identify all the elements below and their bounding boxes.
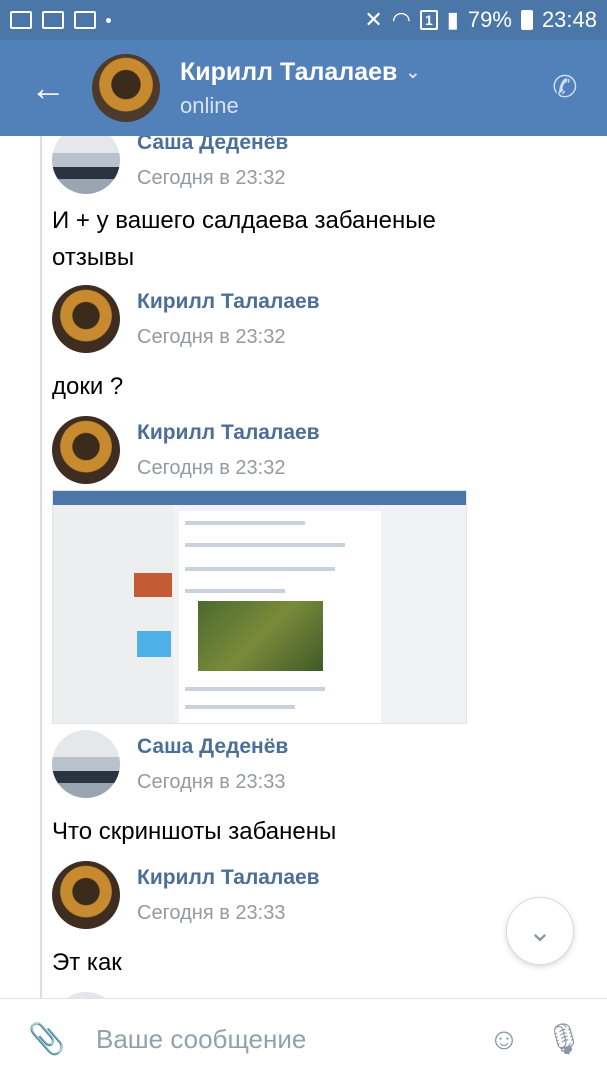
screenshot-topbar (53, 491, 466, 505)
contact-info[interactable]: Кирилл Талалаев ⌄ online (180, 58, 420, 119)
message-list[interactable]: Саша Деденёв Сегодня в 23:32 И + у вашег… (0, 136, 607, 998)
avatar[interactable] (52, 416, 120, 484)
message-text: Что скриншоты забанены (52, 818, 337, 845)
attach-button[interactable]: 📎 (22, 1015, 72, 1065)
message-time: Сегодня в 23:33 (137, 901, 286, 924)
message-header: Саша Деденёв Сегодня в 23:33 (52, 730, 288, 798)
battery-percent: 79% (467, 7, 512, 32)
mail-icon (42, 11, 64, 29)
clock: 23:48 (541, 7, 597, 32)
contact-name: Кирилл Талалаев (180, 57, 398, 86)
gallery-icon (10, 11, 32, 29)
contact-name-row[interactable]: Кирилл Талалаев ⌄ (180, 58, 420, 87)
chat-header: ← Кирилл Талалаев ⌄ online ✆ (0, 40, 607, 136)
phone-icon: ✆ (552, 71, 578, 104)
email-icon (74, 11, 96, 29)
author-name[interactable]: Кирилл Талалаев (137, 290, 320, 314)
author-name[interactable]: Кирилл Талалаев (137, 866, 320, 890)
mute-icon: ✕ (364, 7, 383, 32)
notification-icons (10, 11, 111, 29)
scroll-down-button[interactable]: ⌄ (506, 897, 574, 965)
sim-indicator: 1 (419, 10, 438, 30)
emoji-button[interactable]: ☺ (479, 1015, 529, 1065)
microphone-icon: 🎙 (544, 1023, 584, 1056)
message-time: Сегодня в 23:33 (137, 770, 286, 793)
screenshot-row (185, 687, 325, 691)
screenshot-row (185, 521, 305, 525)
screenshot-sidebar (53, 505, 173, 723)
chevron-down-icon: ⌄ (405, 61, 421, 82)
smile-icon: ☺ (488, 1022, 520, 1056)
forwarded-messages-line (40, 136, 42, 998)
wifi-icon: ◠ (391, 7, 411, 32)
contact-avatar[interactable] (92, 54, 160, 122)
system-status: ✕ ◠ 1 ▮ 79% 23:48 (364, 7, 597, 33)
avatar[interactable] (52, 285, 120, 353)
attached-screenshot[interactable] (52, 490, 467, 724)
avatar[interactable] (52, 136, 120, 194)
screenshot-game-image (198, 601, 323, 671)
author-name[interactable]: Саша Деденёв (137, 136, 288, 155)
message-text: доки ? (52, 373, 124, 400)
message-header: Кирилл Талалаев Сегодня в 23:33 (52, 861, 320, 929)
message-header: Кирилл Талалаев Сегодня в 23:32 (52, 285, 320, 353)
message-input[interactable] (96, 1014, 479, 1065)
avatar[interactable] (52, 861, 120, 929)
message-time: Сегодня в 23:32 (137, 456, 286, 479)
chevron-down-icon: ⌄ (528, 915, 552, 947)
message-time: Сегодня в 23:32 (137, 166, 286, 189)
screenshot-thumbnail (137, 631, 171, 657)
call-button[interactable]: ✆ (547, 70, 583, 106)
message-composer: 📎 ☺ 🎙 (0, 998, 607, 1080)
signal-icon: ▮ (446, 7, 459, 32)
screenshot-row (185, 567, 335, 571)
message-time: Сегодня в 23:32 (137, 325, 286, 348)
avatar[interactable] (52, 730, 120, 798)
arrow-left-icon: ← (30, 67, 66, 108)
screenshot-thumbnail (134, 573, 172, 597)
author-name[interactable]: Саша Деденёв (137, 735, 288, 759)
back-button[interactable]: ← (18, 58, 78, 118)
message-header: Саша Деденёв Сегодня в 23:32 (52, 136, 288, 194)
screenshot-row (185, 589, 285, 593)
screenshot-row (185, 705, 295, 709)
author-name[interactable]: Кирилл Талалаев (137, 421, 320, 445)
message-text: Эт как (52, 949, 122, 976)
battery-icon (520, 10, 533, 30)
paperclip-icon: 📎 (28, 1023, 66, 1056)
message-text: И + у вашего салдаева забаненые отзывы (52, 207, 436, 271)
contact-status: online (180, 92, 239, 118)
status-bar: ✕ ◠ 1 ▮ 79% 23:48 (0, 0, 607, 40)
more-notifications-icon (106, 17, 111, 23)
message-header: Кирилл Талалаев Сегодня в 23:32 (52, 416, 320, 484)
screenshot-row (185, 543, 345, 547)
mic-button[interactable]: 🎙 (539, 1015, 589, 1065)
